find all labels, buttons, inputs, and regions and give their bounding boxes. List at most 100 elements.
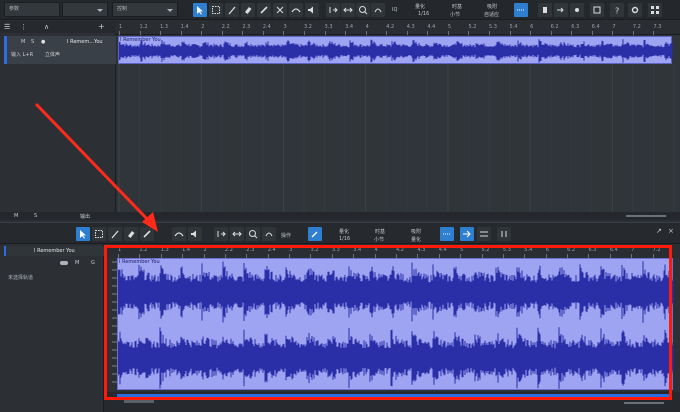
ruler-tick-mark <box>530 31 532 35</box>
grid-view-button[interactable] <box>648 3 662 17</box>
editor-snap-toggle-button[interactable] <box>440 227 454 241</box>
editor-eraser-tool-button[interactable] <box>124 227 138 241</box>
editor-loop-button[interactable] <box>262 227 276 241</box>
stretch-button[interactable] <box>341 3 355 17</box>
ruler-tick-label: 6.4 <box>591 24 600 30</box>
snap-transient-button[interactable] <box>326 3 340 17</box>
arrow-tool-button[interactable] <box>193 3 207 17</box>
timebase-value[interactable]: 小节 <box>450 11 460 18</box>
snap-value[interactable]: 自适应 <box>484 11 499 18</box>
editor-mute-button[interactable]: M <box>75 260 79 266</box>
marker-button[interactable] <box>570 3 584 17</box>
record-panel-icon <box>543 7 547 13</box>
editor-group-button[interactable]: G <box>91 260 95 266</box>
split-tool-button[interactable] <box>225 3 239 17</box>
metronome-button[interactable] <box>590 3 604 17</box>
settings-button[interactable] <box>628 3 642 17</box>
editor-follow-button[interactable] <box>460 227 474 241</box>
bend-tool-button[interactable] <box>289 3 303 17</box>
arrangement-audio-clip[interactable] <box>118 36 673 64</box>
ruler-tick-label: 2.4 <box>262 24 271 30</box>
ruler-tick-mark <box>612 31 614 35</box>
track-mute-button[interactable]: M <box>21 39 25 45</box>
editor-timebase-value[interactable]: 小节 <box>374 236 384 243</box>
next-arrow-icon <box>557 7 564 13</box>
detach-icon[interactable]: ↗ <box>656 227 662 235</box>
editor-quantize-value[interactable]: 1/16 <box>339 236 350 242</box>
menu-icon[interactable]: ☰ <box>4 23 10 31</box>
eraser-tool-button[interactable] <box>241 3 255 17</box>
track-output[interactable]: 立体声 <box>45 51 60 58</box>
mute-tool-button[interactable] <box>273 3 287 17</box>
editor-bend-tool-button[interactable] <box>172 227 186 241</box>
snap-label: 吸附 <box>487 4 498 10</box>
svg-text:?: ? <box>615 7 619 16</box>
editor-stretch-button[interactable] <box>230 227 244 241</box>
close-editor-icon[interactable]: × <box>668 227 674 235</box>
no-selection-label: 未选择轨道 <box>8 275 34 281</box>
editor-zoom-button[interactable] <box>246 227 260 241</box>
listen-tool-button[interactable] <box>305 3 319 17</box>
editor-paint-tool-button[interactable] <box>140 227 154 241</box>
eraser-icon <box>128 231 135 238</box>
ruler-tick-label: 7.3 <box>653 24 662 30</box>
range-tool-button[interactable] <box>209 3 223 17</box>
editor-listen-tool-button[interactable] <box>188 227 202 241</box>
bottom-m[interactable]: M <box>14 213 18 219</box>
zoom-button[interactable] <box>356 3 370 17</box>
editor-range-tool-button[interactable] <box>92 227 106 241</box>
editor-action-label[interactable]: 操作 <box>281 232 291 239</box>
ruler-tick-mark <box>509 31 511 35</box>
ruler-tick-label: 6.2 <box>550 24 559 30</box>
ruler-tick-label: 5.2 <box>468 24 477 30</box>
next-button[interactable] <box>554 3 568 17</box>
editor-scroll-thumb[interactable] <box>124 400 154 403</box>
ruler-tick-label: 4.3 <box>406 24 415 30</box>
ruler-tick-mark <box>365 31 367 35</box>
loop-icon <box>265 232 273 237</box>
list-icon[interactable]: ⋮ <box>20 23 27 31</box>
editor-iq-button[interactable] <box>308 227 322 241</box>
editor-lane-button[interactable] <box>477 227 491 241</box>
arrangement-ruler[interactable]: 1 1.2 1.3 1.4 2 2.2 2.3 2.4 3 3.2 3.3 3.4 4 4.2 4.3 4.4… <box>117 21 680 35</box>
automation-icon[interactable]: ∧ <box>44 23 49 31</box>
control-dropdown[interactable]: 控制 <box>112 2 178 17</box>
ruler-tick-mark <box>345 31 347 35</box>
editor-transient-button[interactable] <box>214 227 228 241</box>
editor-arrow-tool-button[interactable] <box>76 227 90 241</box>
editor-toggle[interactable] <box>60 261 68 265</box>
add-track-icon[interactable]: + <box>98 22 105 31</box>
editor-snap-value[interactable]: 量化 <box>411 236 421 243</box>
bottom-s[interactable]: S <box>34 213 37 219</box>
chevron-down-icon <box>167 9 173 12</box>
editor-sync-button[interactable] <box>497 227 511 241</box>
editor-track-header[interactable]: I Remember You <box>4 246 104 256</box>
editor-zoom-slider[interactable] <box>624 402 664 404</box>
track-input[interactable]: 输入 L+R <box>11 51 33 58</box>
ruler-tick-mark <box>427 31 429 35</box>
editor-split-tool-button[interactable] <box>108 227 122 241</box>
grid-icon <box>651 6 659 14</box>
ruler-tick-label: 3.3 <box>324 24 333 30</box>
zoom-slider[interactable] <box>626 215 666 217</box>
paint-tool-button[interactable] <box>257 3 271 17</box>
control-dropdown-left[interactable] <box>62 2 108 17</box>
ruler-tick-mark <box>468 31 470 35</box>
track-name[interactable]: I Remem...You <box>67 39 103 45</box>
record-panel-button[interactable] <box>538 3 552 17</box>
magic-wand-icon <box>311 231 318 238</box>
record-arm-icon[interactable]: ● <box>41 39 45 45</box>
ruler-tick-label: 4 <box>365 24 369 30</box>
snap-toggle-button[interactable] <box>514 3 528 17</box>
track-solo-button[interactable]: S <box>31 39 34 45</box>
loop-button[interactable] <box>371 3 385 17</box>
transient-icon <box>217 231 226 237</box>
input-dropdown[interactable]: 参数 <box>4 2 60 17</box>
audio-track-row[interactable]: M S ● I Remem...You 输入 L+R 立体声 <box>4 36 116 64</box>
quantize-value[interactable]: 1/16 <box>418 11 429 17</box>
input-dropdown-label: 参数 <box>9 6 20 12</box>
ruler-tick-mark <box>324 31 326 35</box>
bottom-output[interactable]: 输出 <box>80 213 90 220</box>
help-button[interactable]: ? <box>610 3 624 17</box>
quantize-label: 量化 <box>415 4 426 10</box>
